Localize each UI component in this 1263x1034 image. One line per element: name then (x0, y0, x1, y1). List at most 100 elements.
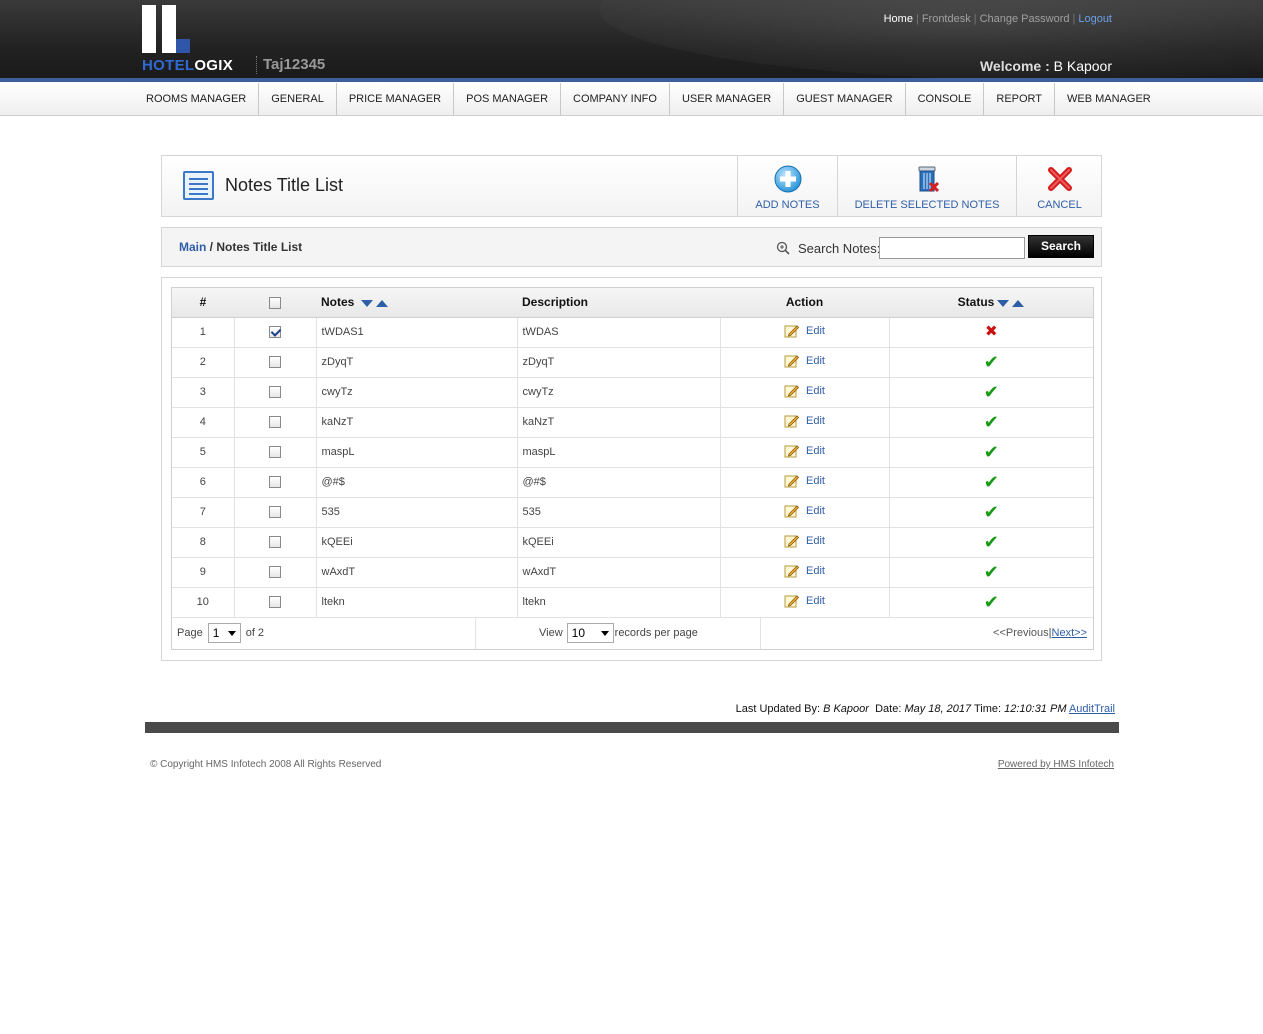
nav-web-manager[interactable]: WEB MANAGER (1055, 83, 1163, 116)
home-link[interactable]: Home (884, 13, 913, 25)
footer-bar (145, 722, 1119, 733)
chevron-down-icon (600, 630, 609, 636)
edit-link[interactable]: Edit (806, 565, 825, 577)
sort-desc-icon[interactable] (360, 299, 373, 307)
title-panel: Notes Title List ADD NOTES DELETE SELECT… (161, 155, 1102, 217)
sort-asc-icon[interactable] (1012, 299, 1025, 307)
nav-user-manager[interactable]: USER MANAGER (670, 83, 785, 116)
edit-link[interactable]: Edit (806, 445, 825, 457)
row-checkbox[interactable] (269, 596, 281, 609)
row-number: 6 (172, 467, 235, 498)
edit-link[interactable]: Edit (806, 535, 825, 547)
edit-link[interactable]: Edit (806, 325, 825, 337)
nav-company-info[interactable]: COMPANY INFO (561, 83, 670, 116)
powered-by-link[interactable]: Powered by HMS Infotech (998, 759, 1114, 770)
delete-selected-notes-button[interactable]: DELETE SELECTED NOTES (837, 156, 1016, 216)
previous-link: <<Previous (993, 627, 1049, 639)
cancel-button[interactable]: CANCEL (1016, 156, 1102, 216)
row-number: 8 (172, 527, 235, 558)
checkmark-icon: ✔ (983, 592, 999, 612)
edit-link[interactable]: Edit (806, 385, 825, 397)
edit-link[interactable]: Edit (806, 505, 825, 517)
row-action: Edit (720, 527, 890, 558)
table-row: 1 tWDAS1 tWDAS Edit ✖ (172, 317, 1093, 348)
records-per-page-select[interactable]: 10 (566, 623, 614, 643)
row-status: ✔ (889, 347, 1093, 378)
edit-button[interactable]: Edit (784, 413, 825, 428)
row-checkbox[interactable] (269, 566, 281, 579)
edit-button[interactable]: Edit (784, 353, 825, 368)
note-title: zDyqT (316, 347, 518, 378)
row-select-cell (234, 407, 317, 438)
edit-button[interactable]: Edit (784, 533, 825, 548)
row-status: ✔ (889, 497, 1093, 528)
page-select[interactable]: 1 (207, 623, 241, 643)
sort-asc-icon[interactable] (375, 299, 388, 307)
chevron-down-icon (227, 630, 236, 636)
hotelogix-logo[interactable]: HOTELOGIX (142, 5, 242, 75)
search-input[interactable] (879, 237, 1025, 259)
edit-link[interactable]: Edit (806, 595, 825, 607)
notes-grid: # Notes Description Action Status 1 tWDAS… (171, 287, 1094, 650)
notes-table: # Notes Description Action Status 1 tWDAS… (172, 288, 1093, 618)
edit-icon (784, 475, 800, 488)
logout-link[interactable]: Logout (1078, 13, 1112, 25)
breadcrumb-bar: Main / Notes Title List Search Notes: Se… (161, 227, 1102, 267)
breadcrumb-main-link[interactable]: Main (179, 240, 206, 254)
row-checkbox[interactable] (269, 536, 281, 549)
row-action: Edit (720, 437, 890, 468)
row-checkbox[interactable] (269, 506, 281, 519)
checkmark-icon: ✔ (983, 412, 999, 432)
edit-link[interactable]: Edit (806, 355, 825, 367)
change-password-link[interactable]: Change Password (980, 13, 1070, 25)
nav-report[interactable]: REPORT (984, 83, 1056, 116)
edit-link[interactable]: Edit (806, 475, 825, 487)
sort-desc-icon[interactable] (997, 299, 1010, 307)
welcome-message: Welcome : B Kapoor (979, 58, 1112, 74)
nav-rooms-manager[interactable]: ROOMS MANAGER (134, 83, 260, 116)
breadcrumb-current: Notes Title List (216, 240, 303, 254)
edit-button[interactable]: Edit (784, 503, 825, 518)
edit-link[interactable]: Edit (806, 415, 825, 427)
row-checkbox[interactable] (269, 416, 281, 429)
next-link[interactable]: Next>> (1052, 627, 1087, 639)
nav-price-manager[interactable]: PRICE MANAGER (337, 83, 455, 116)
edit-button[interactable]: Edit (784, 323, 825, 338)
edit-icon (784, 595, 800, 608)
row-status: ✔ (889, 437, 1093, 468)
select-all-checkbox[interactable] (269, 297, 281, 310)
row-status: ✔ (889, 467, 1093, 498)
edit-button[interactable]: Edit (784, 593, 825, 608)
edit-button[interactable]: Edit (784, 563, 825, 578)
row-checkbox[interactable] (269, 476, 281, 489)
nav-pos-manager[interactable]: POS MANAGER (454, 83, 562, 116)
table-row: 2 zDyqT zDyqT Edit ✔ (172, 347, 1093, 378)
column-number: # (172, 288, 234, 318)
nav-guest-manager[interactable]: GUEST MANAGER (784, 83, 906, 116)
add-notes-button[interactable]: ADD NOTES (737, 156, 837, 216)
table-row: 8 kQEEi kQEEi Edit ✔ (172, 527, 1093, 558)
row-checkbox[interactable] (269, 326, 281, 339)
search-button[interactable]: Search (1028, 235, 1094, 258)
row-checkbox[interactable] (269, 356, 281, 369)
nav-general[interactable]: GENERAL (259, 83, 337, 116)
row-select-cell (234, 317, 317, 348)
row-select-cell (234, 527, 317, 558)
row-select-cell (234, 437, 317, 468)
edit-icon (784, 535, 800, 548)
edit-button[interactable]: Edit (784, 443, 825, 458)
edit-icon (784, 325, 800, 338)
edit-button[interactable]: Edit (784, 473, 825, 488)
audit-trail-link[interactable]: AuditTrail (1069, 703, 1115, 715)
edit-button[interactable]: Edit (784, 383, 825, 398)
row-checkbox[interactable] (269, 446, 281, 459)
frontdesk-link[interactable]: Frontdesk (922, 13, 971, 25)
header-stripe (0, 78, 1263, 82)
logo-mark (142, 5, 156, 53)
row-select-cell (234, 347, 317, 378)
table-row: 7 535 535 Edit ✔ (172, 497, 1093, 528)
breadcrumb: Main / Notes Title List (179, 240, 303, 254)
row-checkbox[interactable] (269, 386, 281, 399)
nav-console[interactable]: CONSOLE (906, 83, 985, 116)
table-row: 10 ltekn ltekn Edit ✔ (172, 587, 1093, 618)
